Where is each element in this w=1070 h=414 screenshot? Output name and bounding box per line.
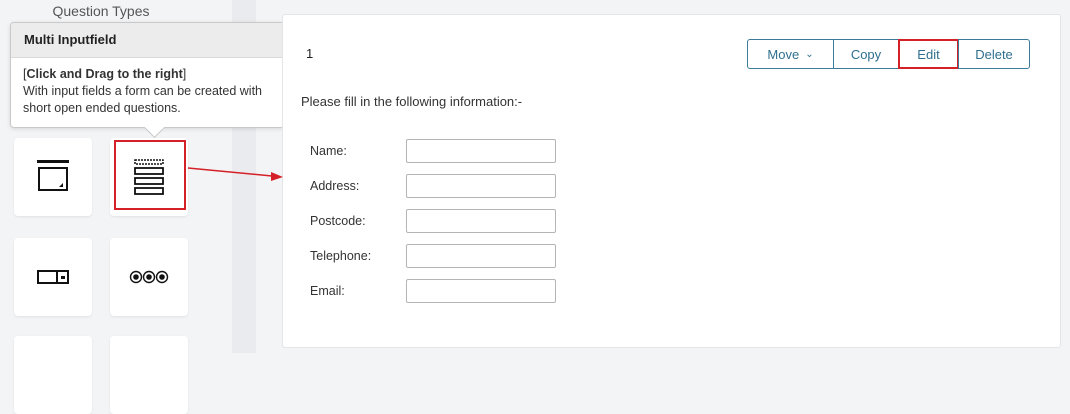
question-instruction: Please fill in the following information… <box>301 94 523 109</box>
question-toolbar: Move ⌄ Copy Edit Delete <box>747 39 1030 69</box>
question-type-tooltip: Multi Inputfield [Click and Drag to the … <box>10 22 285 139</box>
question-type-tile-dropdown[interactable] <box>14 238 92 316</box>
chevron-down-icon: ⌄ <box>805 48 814 60</box>
form-field-row: Postcode: <box>310 209 556 233</box>
tooltip-body: [Click and Drag to the right] With input… <box>11 58 284 117</box>
field-label: Telephone: <box>310 249 372 263</box>
dropdown-icon <box>37 270 69 284</box>
question-number: 1 <box>306 46 314 61</box>
edit-button[interactable]: Edit <box>898 39 959 69</box>
question-type-tile[interactable] <box>110 336 188 414</box>
question-type-tile-single-input[interactable] <box>14 138 92 216</box>
field-label: Name: <box>310 144 347 158</box>
name-input[interactable] <box>406 139 556 163</box>
email-input[interactable] <box>406 279 556 303</box>
tooltip-title: Multi Inputfield <box>11 23 284 58</box>
form-field-row: Email: <box>310 279 556 303</box>
sidebar-title: Question Types <box>52 3 150 19</box>
form-field-row: Address: <box>310 174 556 198</box>
single-input-icon <box>37 160 69 191</box>
delete-button[interactable]: Delete <box>958 39 1030 69</box>
address-input[interactable] <box>406 174 556 198</box>
tooltip-description: With input fields a form can be created … <box>23 84 263 115</box>
form-field-row: Name: <box>310 139 556 163</box>
field-label: Address: <box>310 179 360 193</box>
selected-tile-highlight <box>114 140 186 210</box>
move-button[interactable]: Move ⌄ <box>747 39 834 69</box>
field-label: Postcode: <box>310 214 366 228</box>
field-label: Email: <box>310 284 345 298</box>
form-field-row: Telephone: <box>310 244 556 268</box>
radio-buttons-icon <box>129 270 169 284</box>
tooltip-action: [Click and Drag to the right] <box>23 67 187 81</box>
move-label: Move <box>767 46 800 62</box>
question-card: 1 Move ⌄ Copy Edit Delete Please fill in… <box>282 14 1061 348</box>
telephone-input[interactable] <box>406 244 556 268</box>
question-type-tile[interactable] <box>14 336 92 414</box>
copy-button[interactable]: Copy <box>833 39 899 69</box>
question-type-tile-radio-buttons[interactable] <box>110 238 188 316</box>
postcode-input[interactable] <box>406 209 556 233</box>
